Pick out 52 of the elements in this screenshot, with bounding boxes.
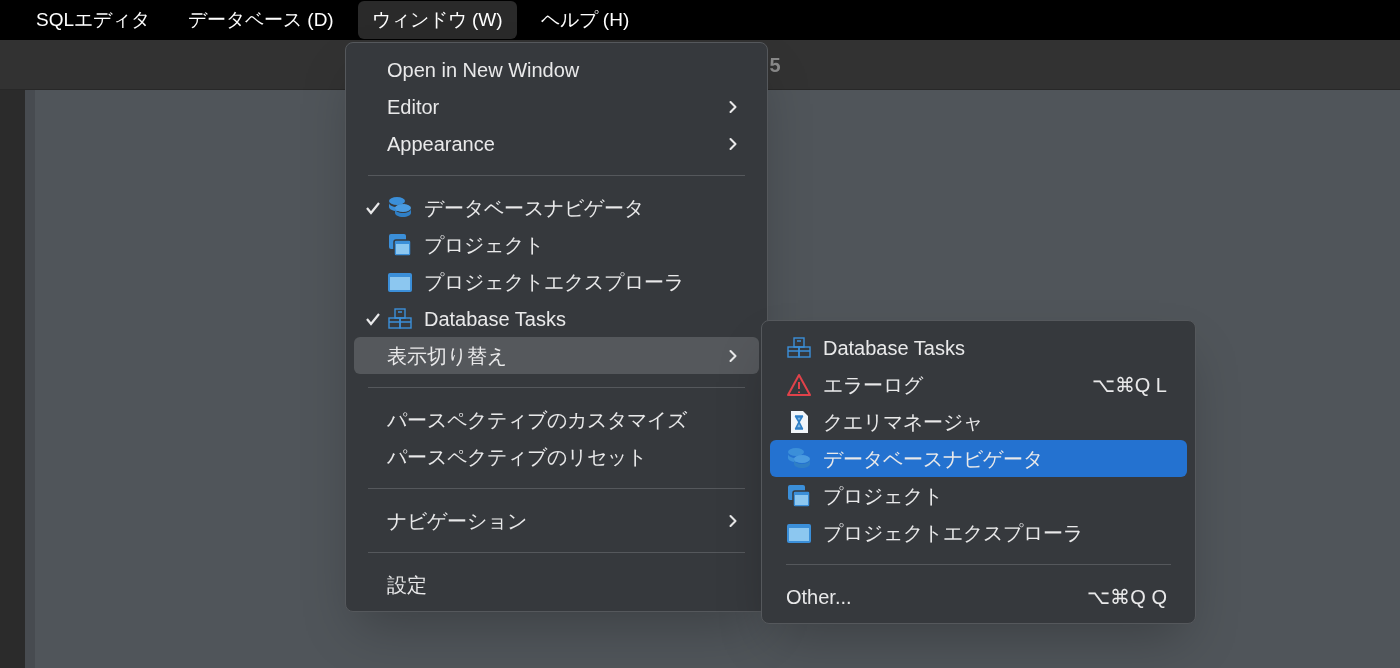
menu-item-label: 表示切り替え — [387, 343, 508, 369]
menu-item-label: Database Tasks — [823, 335, 966, 361]
menu-item-label: Editor — [387, 94, 441, 120]
menu-item-label: エラーログ — [823, 372, 924, 398]
menu-item-label: Other... — [786, 584, 853, 610]
menu-bar-item[interactable]: ヘルプ (H) — [526, 1, 644, 39]
menu-item[interactable]: パースペクティブのカスタマイズ — [354, 401, 759, 438]
menu-item[interactable]: 表示切り替え — [354, 337, 759, 374]
keyboard-shortcut: ⌥⌘Q L — [1091, 372, 1167, 398]
menu-item[interactable]: プロジェクトエクスプローラ — [354, 263, 759, 300]
menu-item[interactable]: クエリマネージャ — [770, 403, 1187, 440]
menu-item-label: 設定 — [387, 572, 428, 598]
menu-item[interactable]: Database Tasks — [354, 300, 759, 337]
menu-bar-item[interactable]: SQLエディタ — [22, 1, 165, 39]
menu-item-label: プロジェクトエクスプローラ — [823, 520, 1084, 546]
menu-item-label: ナビゲーション — [387, 508, 528, 534]
windows-icon — [387, 231, 413, 258]
menu-item[interactable]: プロジェクトエクスプローラ — [770, 514, 1187, 551]
menu-item-label: クエリマネージャ — [823, 409, 984, 435]
window-title: 5 — [769, 52, 781, 78]
menu-item-label: プロジェクトエクスプローラ — [424, 269, 685, 295]
boxes-icon — [786, 334, 812, 361]
menu-item[interactable]: Editor — [354, 88, 759, 125]
menu-item[interactable]: パースペクティブのリセット — [354, 438, 759, 475]
menu-item-label: プロジェクト — [424, 232, 545, 258]
menu-item-label: プロジェクト — [823, 483, 944, 509]
menu-bar-item[interactable]: ウィンドウ (W) — [357, 1, 517, 39]
warning-icon — [786, 371, 812, 398]
menu-item[interactable]: Open in New Window — [354, 51, 759, 88]
menu-item-label: パースペクティブのリセット — [387, 444, 648, 470]
menu-bar-item[interactable]: データベース (D) — [174, 1, 348, 39]
menu-item[interactable]: Other... ⌥⌘Q Q — [770, 578, 1187, 615]
menu-item[interactable]: プロジェクト — [770, 477, 1187, 514]
menu-item-label: パースペクティブのカスタマイズ — [387, 407, 688, 433]
keyboard-shortcut: ⌥⌘Q Q — [1087, 584, 1167, 610]
checkmark-icon — [365, 200, 381, 215]
menu-item-label: データベースナビゲータ — [823, 446, 1044, 472]
menu-item[interactable]: Database Tasks — [770, 329, 1187, 366]
windows-icon — [786, 482, 812, 509]
menu-item-label: Database Tasks — [424, 306, 567, 332]
menu-item[interactable]: プロジェクト — [354, 226, 759, 263]
menu-item[interactable]: Appearance — [354, 125, 759, 162]
menu-item-label: Open in New Window — [387, 57, 581, 83]
menu-item[interactable]: 設定 — [354, 566, 759, 603]
checkmark-icon — [365, 311, 381, 326]
menu-item-label: Appearance — [387, 131, 496, 157]
menu-item[interactable]: データベースナビゲータ — [770, 440, 1187, 477]
menu-item[interactable]: エラーログ ⌥⌘Q L — [770, 366, 1187, 403]
boxes-icon — [387, 305, 413, 332]
menu-item[interactable]: データベースナビゲータ — [354, 189, 759, 226]
menu-item-label: データベースナビゲータ — [424, 195, 645, 221]
menu-item[interactable]: ナビゲーション — [354, 502, 759, 539]
